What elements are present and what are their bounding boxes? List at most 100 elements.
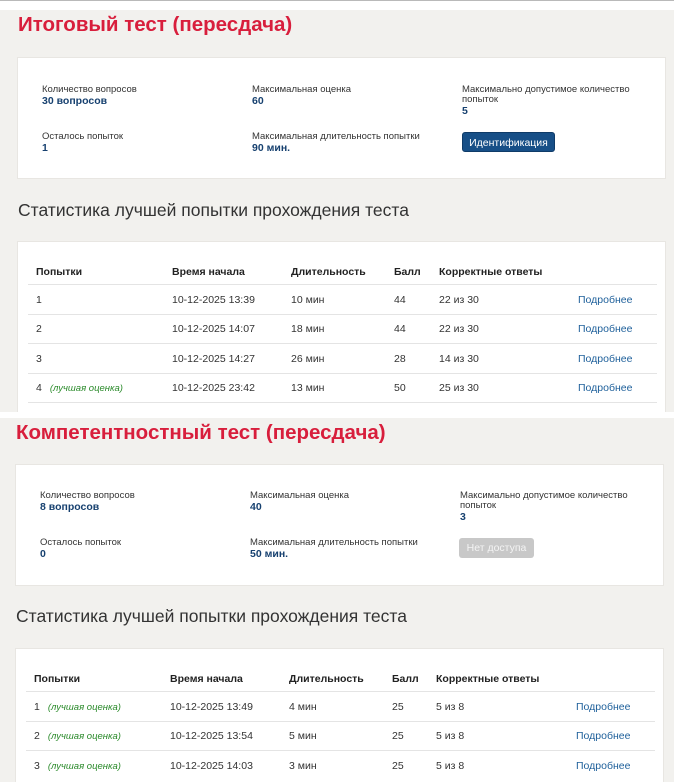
row2-score: 44 xyxy=(394,323,406,335)
col-start-time: Время начала xyxy=(172,266,245,278)
test-info-card: Количество вопросов 8 вопросов Максималь… xyxy=(15,464,664,586)
row1-duration: 4 мин xyxy=(289,701,317,713)
row3-duration: 3 мин xyxy=(289,760,317,772)
max-attempts-label-line2: попыток xyxy=(460,500,497,511)
row-divider xyxy=(28,373,657,374)
col-correct: Корректные ответы xyxy=(436,673,540,685)
row2-attempt: 2 (лучшая оценка) xyxy=(34,730,121,742)
attempt-number: 1 xyxy=(34,701,40,713)
max-attempts-value: 3 xyxy=(460,511,466,523)
col-correct: Корректные ответы xyxy=(439,266,543,278)
row3-attempt: 3 (лучшая оценка) xyxy=(34,760,121,772)
identification-button[interactable]: Идентификация xyxy=(462,132,555,152)
row2-start: 10-12-2025 14:07 xyxy=(172,323,255,335)
attempts-left-value: 0 xyxy=(40,548,46,560)
stats-table: Попытки Время начала Длительность Балл К… xyxy=(17,241,666,412)
row3-start: 10-12-2025 14:27 xyxy=(172,353,255,365)
row3-details-link[interactable]: Подробнее xyxy=(576,760,630,772)
row1-attempt: 1 (лучшая оценка) xyxy=(34,701,121,713)
row-divider xyxy=(26,691,655,692)
row3-start: 10-12-2025 14:03 xyxy=(170,760,253,772)
row2-duration: 18 мин xyxy=(291,323,325,335)
max-score-label: Максимальная оценка xyxy=(252,84,352,95)
col-attempts: Попытки xyxy=(34,673,81,685)
row3-correct: 14 из 30 xyxy=(439,353,479,365)
attempt-number: 2 xyxy=(34,730,40,742)
questions-label: Количество вопросов xyxy=(40,490,135,501)
row1-score: 44 xyxy=(394,294,406,306)
row-divider xyxy=(28,314,657,315)
row2-score: 25 xyxy=(392,730,404,742)
row1-duration: 10 мин xyxy=(291,294,325,306)
max-attempts-value: 5 xyxy=(462,105,468,117)
window-top-border xyxy=(0,0,674,1)
row1-score: 25 xyxy=(392,701,404,713)
stats-title: Статистика лучшей попытки прохождения те… xyxy=(16,606,407,626)
row-divider xyxy=(26,750,655,751)
questions-value: 8 вопросов xyxy=(40,501,100,513)
row-divider xyxy=(28,284,657,285)
col-attempts: Попытки xyxy=(36,266,83,278)
row1-start: 10-12-2025 13:49 xyxy=(170,701,253,713)
row4-correct: 25 из 30 xyxy=(439,382,479,394)
attempts-left-value: 1 xyxy=(42,142,48,154)
row3-duration: 26 мин xyxy=(291,353,325,365)
attempts-left-label: Осталось попыток xyxy=(40,537,122,548)
row3-score: 28 xyxy=(394,353,406,365)
row2-start: 10-12-2025 13:54 xyxy=(170,730,253,742)
row3-score: 25 xyxy=(392,760,404,772)
max-duration-label: Максимальная длительность попытки xyxy=(252,131,420,142)
row1-correct: 22 из 30 xyxy=(439,294,479,306)
max-score-value: 40 xyxy=(250,501,262,513)
row1-attempt: 1 xyxy=(36,294,42,306)
row-divider xyxy=(28,402,657,403)
row4-details-link[interactable]: Подробнее xyxy=(578,382,632,394)
col-start-time: Время начала xyxy=(170,673,243,685)
max-duration-value: 50 мин. xyxy=(250,548,289,560)
max-score-label: Максимальная оценка xyxy=(250,490,350,501)
row2-details-link[interactable]: Подробнее xyxy=(576,730,630,742)
best-score-badge: (лучшая оценка) xyxy=(47,761,121,772)
row4-duration: 13 мин xyxy=(291,382,325,394)
max-attempts-label-line2: попыток xyxy=(462,94,499,105)
row-divider xyxy=(28,343,657,344)
row2-correct: 22 из 30 xyxy=(439,323,479,335)
stats-table: Попытки Время начала Длительность Балл К… xyxy=(15,648,664,782)
row1-correct: 5 из 8 xyxy=(436,701,465,713)
col-score: Балл xyxy=(394,266,421,278)
row3-attempt: 3 xyxy=(36,353,42,365)
row4-score: 50 xyxy=(394,382,406,394)
row2-details-link[interactable]: Подробнее xyxy=(578,323,632,335)
competency-test-section: Компетентностный тест (пересдача) Количе… xyxy=(0,418,674,782)
row3-correct: 5 из 8 xyxy=(436,760,465,772)
max-attempts-label: Максимально допустимое количество попыто… xyxy=(460,491,628,511)
row-divider xyxy=(26,721,655,722)
col-duration: Длительность xyxy=(289,673,364,685)
attempt-number: 3 xyxy=(34,760,40,772)
final-test-section: Итоговый тест (пересдача) Количество воп… xyxy=(0,10,674,412)
max-duration-label: Максимальная длительность попытки xyxy=(250,537,418,548)
max-score-value: 60 xyxy=(252,95,264,107)
no-access-button[interactable]: Нет доступа xyxy=(459,538,534,558)
row2-correct: 5 из 8 xyxy=(436,730,465,742)
max-attempts-label: Максимально допустимое количество попыто… xyxy=(462,85,630,105)
questions-label: Количество вопросов xyxy=(42,84,137,95)
col-score: Балл xyxy=(392,673,419,685)
best-score-badge: (лучшая оценка) xyxy=(49,383,123,394)
attempts-left-label: Осталось попыток xyxy=(42,131,124,142)
row1-details-link[interactable]: Подробнее xyxy=(578,294,632,306)
test-info-card: Количество вопросов 30 вопросов Максимал… xyxy=(17,57,666,179)
stats-title: Статистика лучшей попытки прохождения те… xyxy=(18,200,409,220)
max-duration-value: 90 мин. xyxy=(252,142,291,154)
row1-details-link[interactable]: Подробнее xyxy=(576,701,630,713)
test-title: Итоговый тест (пересдача) xyxy=(18,13,293,36)
test-title: Компетентностный тест (пересдача) xyxy=(16,421,386,444)
row1-start: 10-12-2025 13:39 xyxy=(172,294,255,306)
col-duration: Длительность xyxy=(291,266,366,278)
row3-details-link[interactable]: Подробнее xyxy=(578,353,632,365)
best-score-badge: (лучшая оценка) xyxy=(47,702,121,713)
row4-start: 10-12-2025 23:42 xyxy=(172,382,255,394)
questions-value: 30 вопросов xyxy=(42,95,108,107)
row2-attempt: 2 xyxy=(36,323,42,335)
attempt-number: 4 xyxy=(36,382,42,394)
